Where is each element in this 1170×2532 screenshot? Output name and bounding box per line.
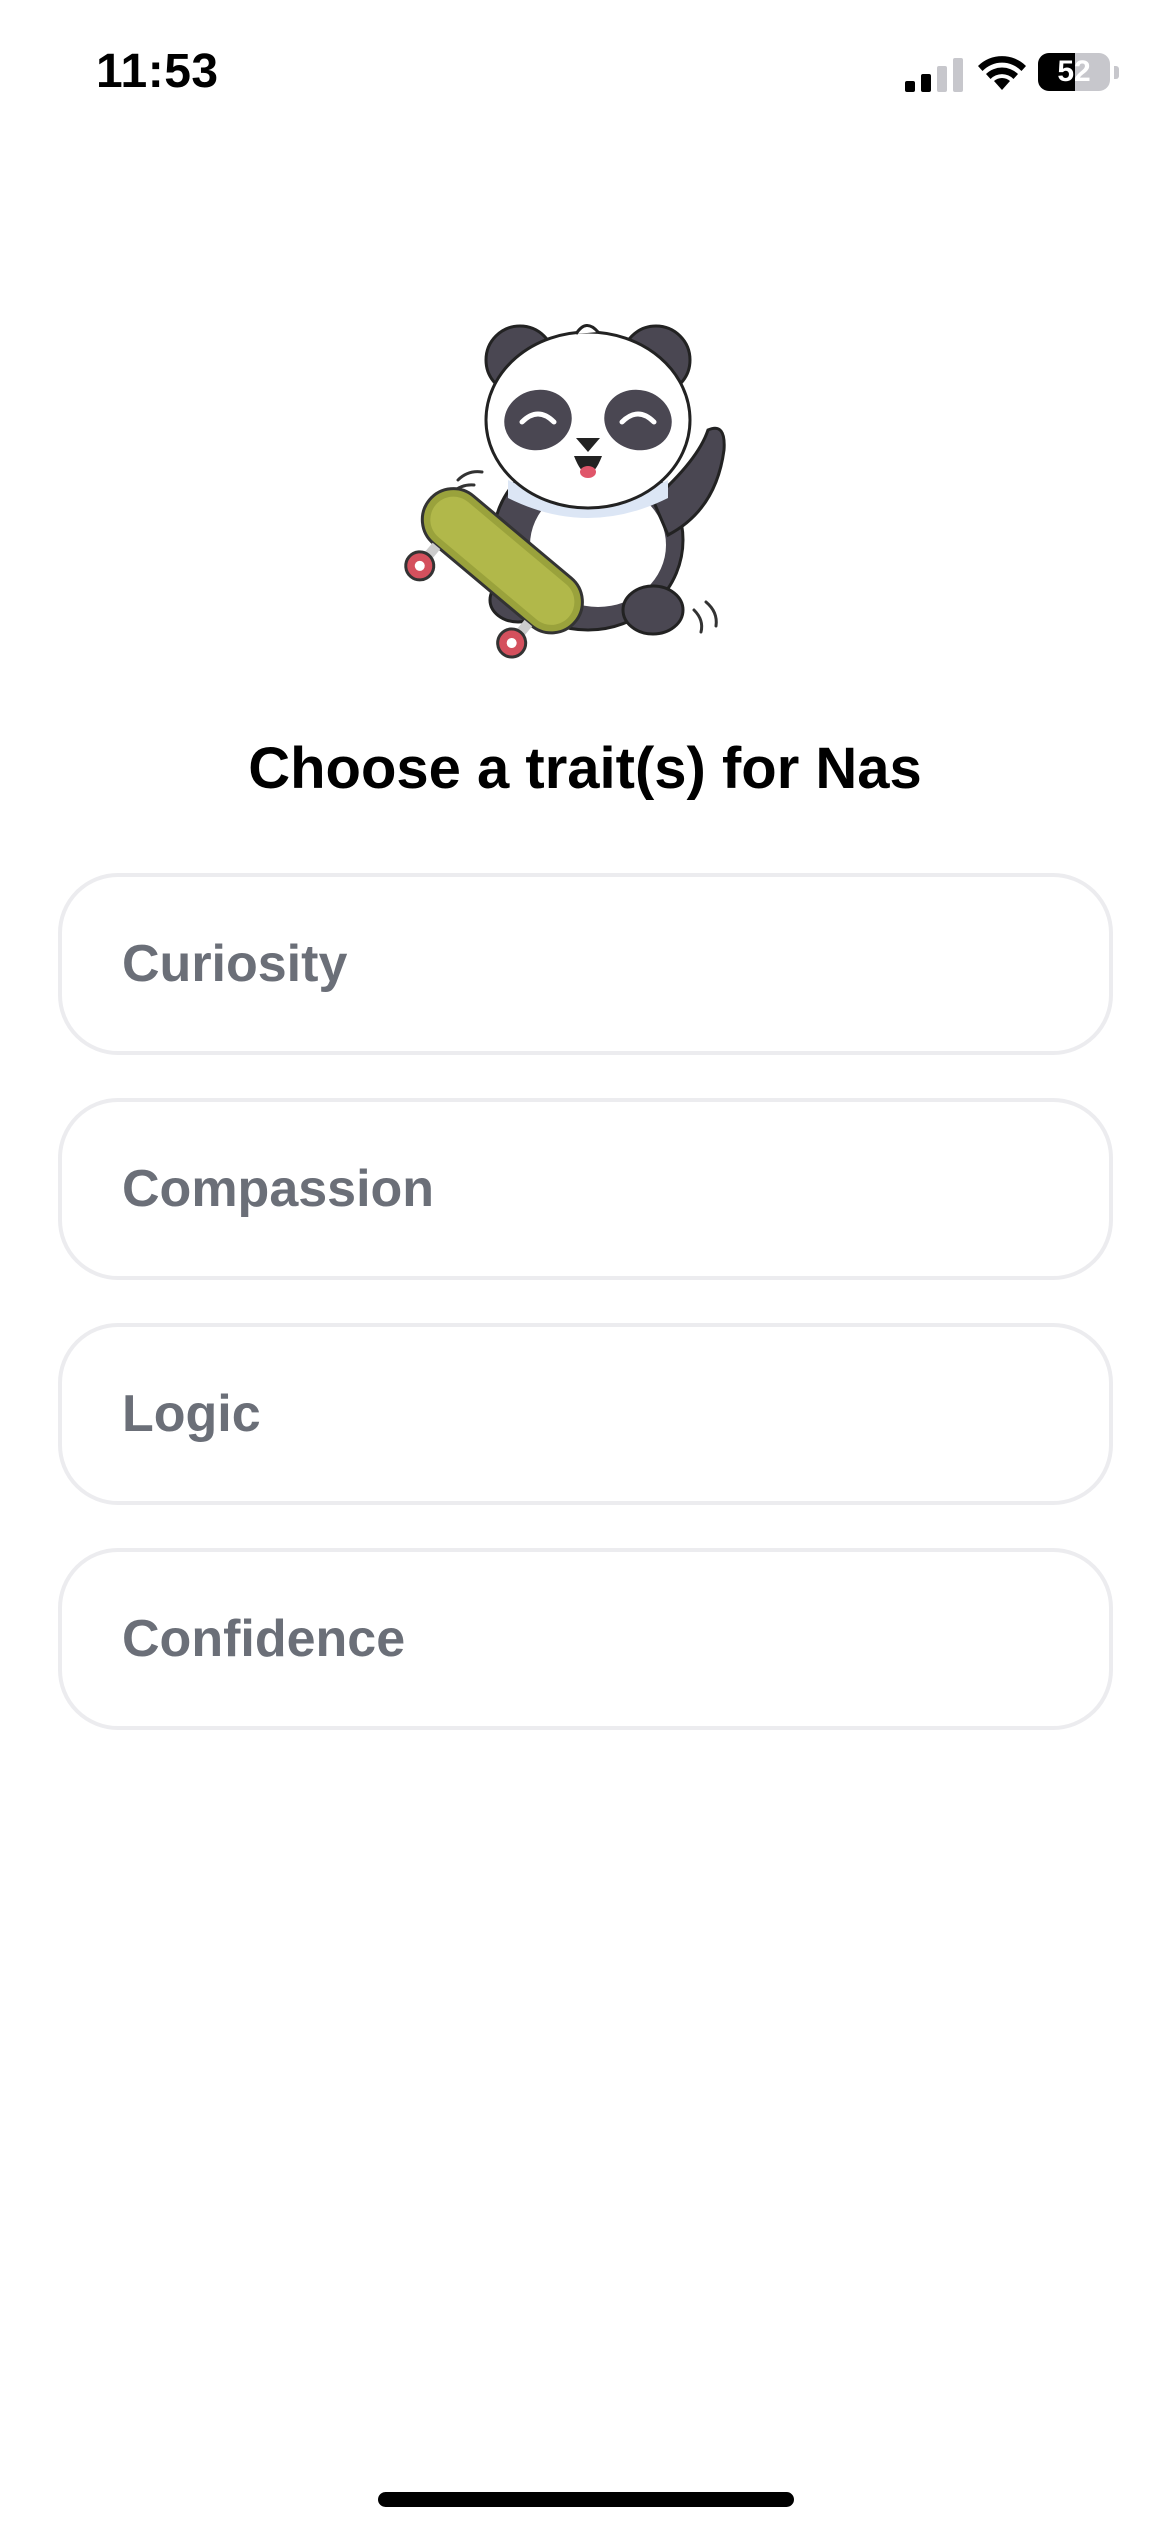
home-indicator[interactable]: [378, 2492, 794, 2507]
wifi-icon: [978, 56, 1026, 90]
trait-option-confidence[interactable]: Confidence: [58, 1548, 1113, 1730]
trait-label: Logic: [122, 1385, 261, 1443]
trait-label: Curiosity: [122, 935, 348, 993]
cellular-signal-icon: [905, 58, 963, 92]
trait-label: Confidence: [122, 1610, 406, 1668]
battery-icon: 52: [1038, 53, 1120, 91]
skateboarding-panda-illustration: [404, 324, 726, 659]
status-bar: 11:53 52: [0, 0, 1170, 150]
page-title: Choose a trait(s) for Nas: [248, 736, 922, 801]
trait-list: Curiosity Compassion Logic Confidence: [58, 873, 1113, 1773]
trait-option-compassion[interactable]: Compassion: [58, 1098, 1113, 1280]
status-time: 11:53: [96, 45, 219, 98]
trait-label: Compassion: [122, 1160, 435, 1218]
trait-option-curiosity[interactable]: Curiosity: [58, 873, 1113, 1055]
battery-level: 52: [1057, 55, 1091, 88]
trait-option-logic[interactable]: Logic: [58, 1323, 1113, 1505]
